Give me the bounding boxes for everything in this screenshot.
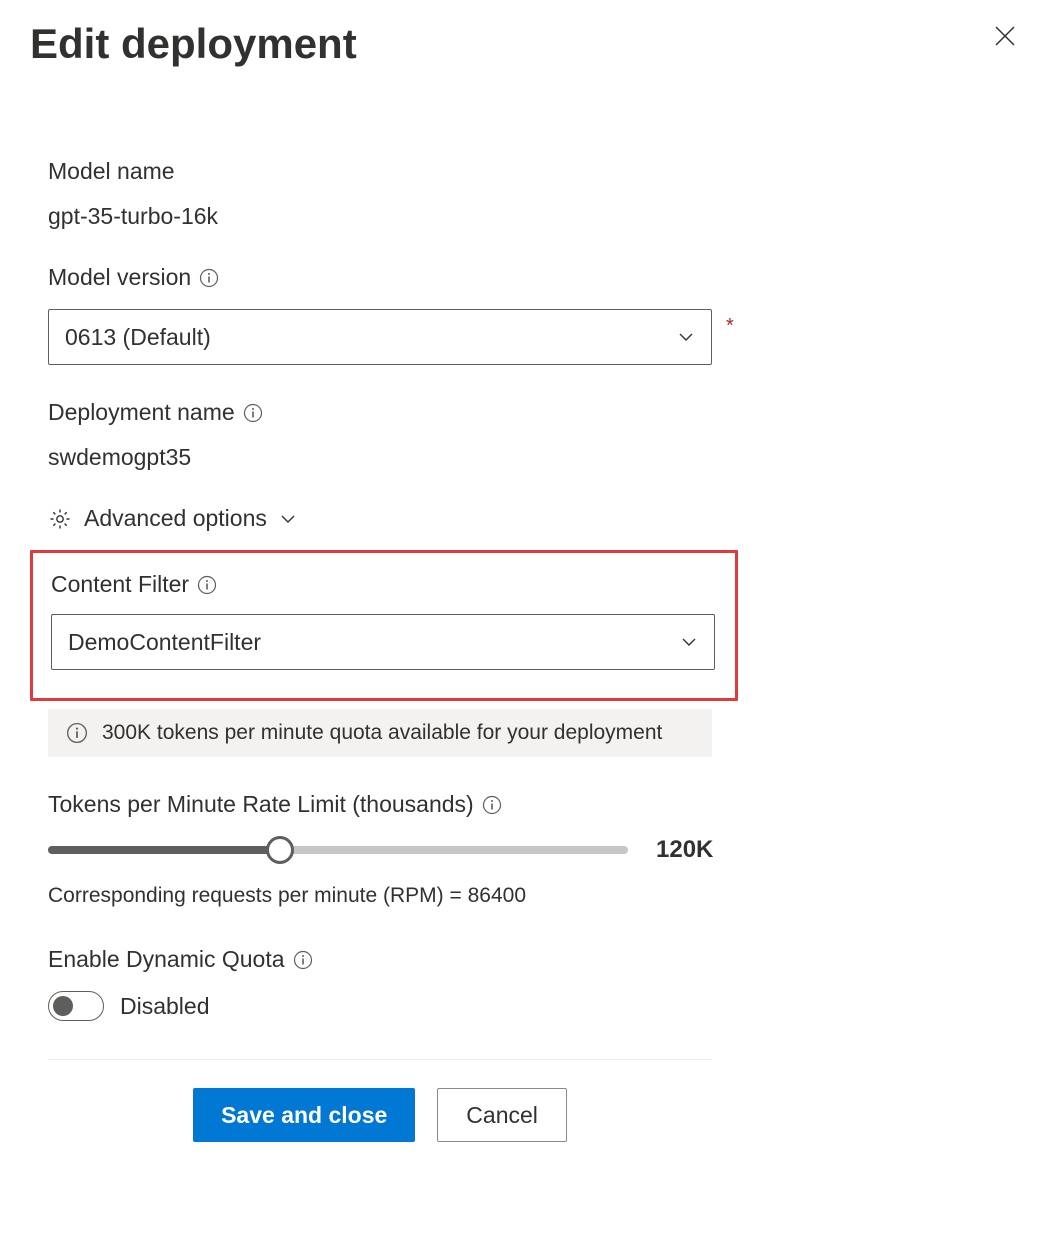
info-icon bbox=[66, 722, 88, 744]
page-title: Edit deployment bbox=[30, 20, 357, 68]
rpm-text: Corresponding requests per minute (RPM) … bbox=[48, 884, 1021, 908]
info-icon[interactable] bbox=[243, 403, 263, 423]
toggle-knob bbox=[53, 996, 73, 1016]
save-button[interactable]: Save and close bbox=[193, 1088, 415, 1142]
content-filter-label: Content Filter bbox=[51, 571, 189, 598]
info-icon[interactable] bbox=[199, 268, 219, 288]
content-filter-selected: DemoContentFilter bbox=[68, 629, 261, 656]
rate-limit-label: Tokens per Minute Rate Limit (thousands) bbox=[48, 791, 474, 818]
dynamic-quota-label: Enable Dynamic Quota bbox=[48, 946, 285, 973]
gear-icon bbox=[48, 507, 72, 531]
divider bbox=[48, 1059, 712, 1060]
dynamic-quota-state: Disabled bbox=[120, 993, 210, 1020]
model-name-label: Model name bbox=[48, 158, 1021, 185]
chevron-down-icon bbox=[680, 633, 698, 651]
model-version-label: Model version bbox=[48, 264, 191, 291]
slider-thumb[interactable] bbox=[266, 836, 294, 864]
required-mark: * bbox=[726, 315, 734, 338]
model-version-select[interactable]: 0613 (Default) bbox=[48, 309, 712, 365]
deployment-name-label: Deployment name bbox=[48, 399, 235, 426]
quota-notice-text: 300K tokens per minute quota available f… bbox=[102, 721, 662, 745]
slider-fill bbox=[48, 846, 280, 854]
dynamic-quota-toggle[interactable] bbox=[48, 991, 104, 1021]
model-name-value: gpt-35-turbo-16k bbox=[48, 203, 1021, 230]
advanced-options-label: Advanced options bbox=[84, 505, 267, 532]
info-icon[interactable] bbox=[293, 950, 313, 970]
deployment-name-value: swdemogpt35 bbox=[48, 444, 1021, 471]
advanced-options-toggle[interactable]: Advanced options bbox=[48, 505, 1021, 532]
chevron-down-icon bbox=[677, 328, 695, 346]
rate-limit-slider[interactable] bbox=[48, 846, 628, 854]
quota-notice: 300K tokens per minute quota available f… bbox=[48, 709, 712, 757]
close-icon[interactable] bbox=[989, 20, 1021, 52]
rate-limit-value: 120K bbox=[656, 836, 713, 864]
chevron-down-icon bbox=[279, 510, 297, 528]
info-icon[interactable] bbox=[482, 795, 502, 815]
content-filter-select[interactable]: DemoContentFilter bbox=[51, 614, 715, 670]
content-filter-highlight: Content Filter DemoContentFilter bbox=[30, 550, 738, 701]
info-icon[interactable] bbox=[197, 575, 217, 595]
cancel-button[interactable]: Cancel bbox=[437, 1088, 567, 1142]
model-version-selected: 0613 (Default) bbox=[65, 324, 211, 351]
